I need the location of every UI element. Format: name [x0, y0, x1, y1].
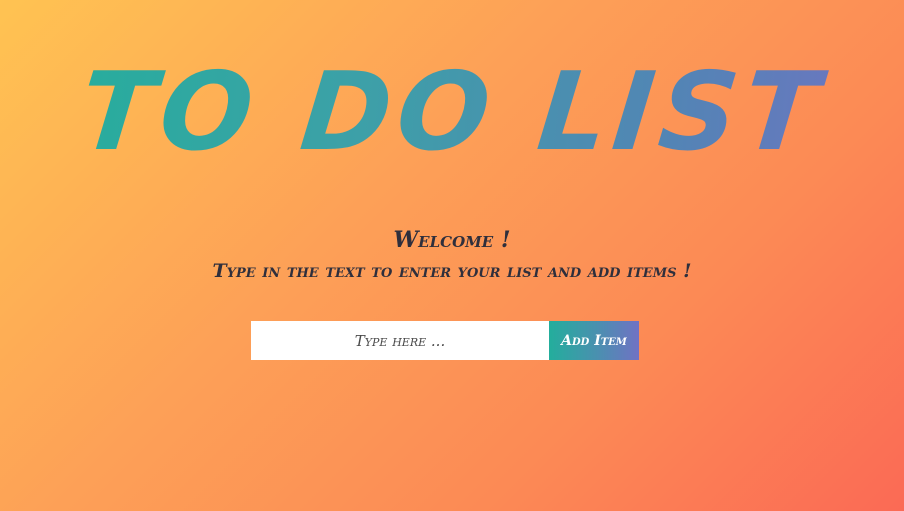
add-item-button[interactable]: Add Item: [549, 321, 639, 360]
todo-app: TO DO LIST Welcome ! Type in the text to…: [0, 0, 904, 511]
intro-section: Welcome ! Type in the text to enter your…: [0, 224, 904, 286]
page-title: TO DO LIST: [0, 48, 904, 178]
welcome-text: Welcome !: [393, 227, 511, 253]
task-input[interactable]: [251, 321, 549, 360]
instructions-text: Type in the text to enter your list and …: [212, 260, 692, 282]
add-item-form: Add Item: [251, 321, 639, 360]
